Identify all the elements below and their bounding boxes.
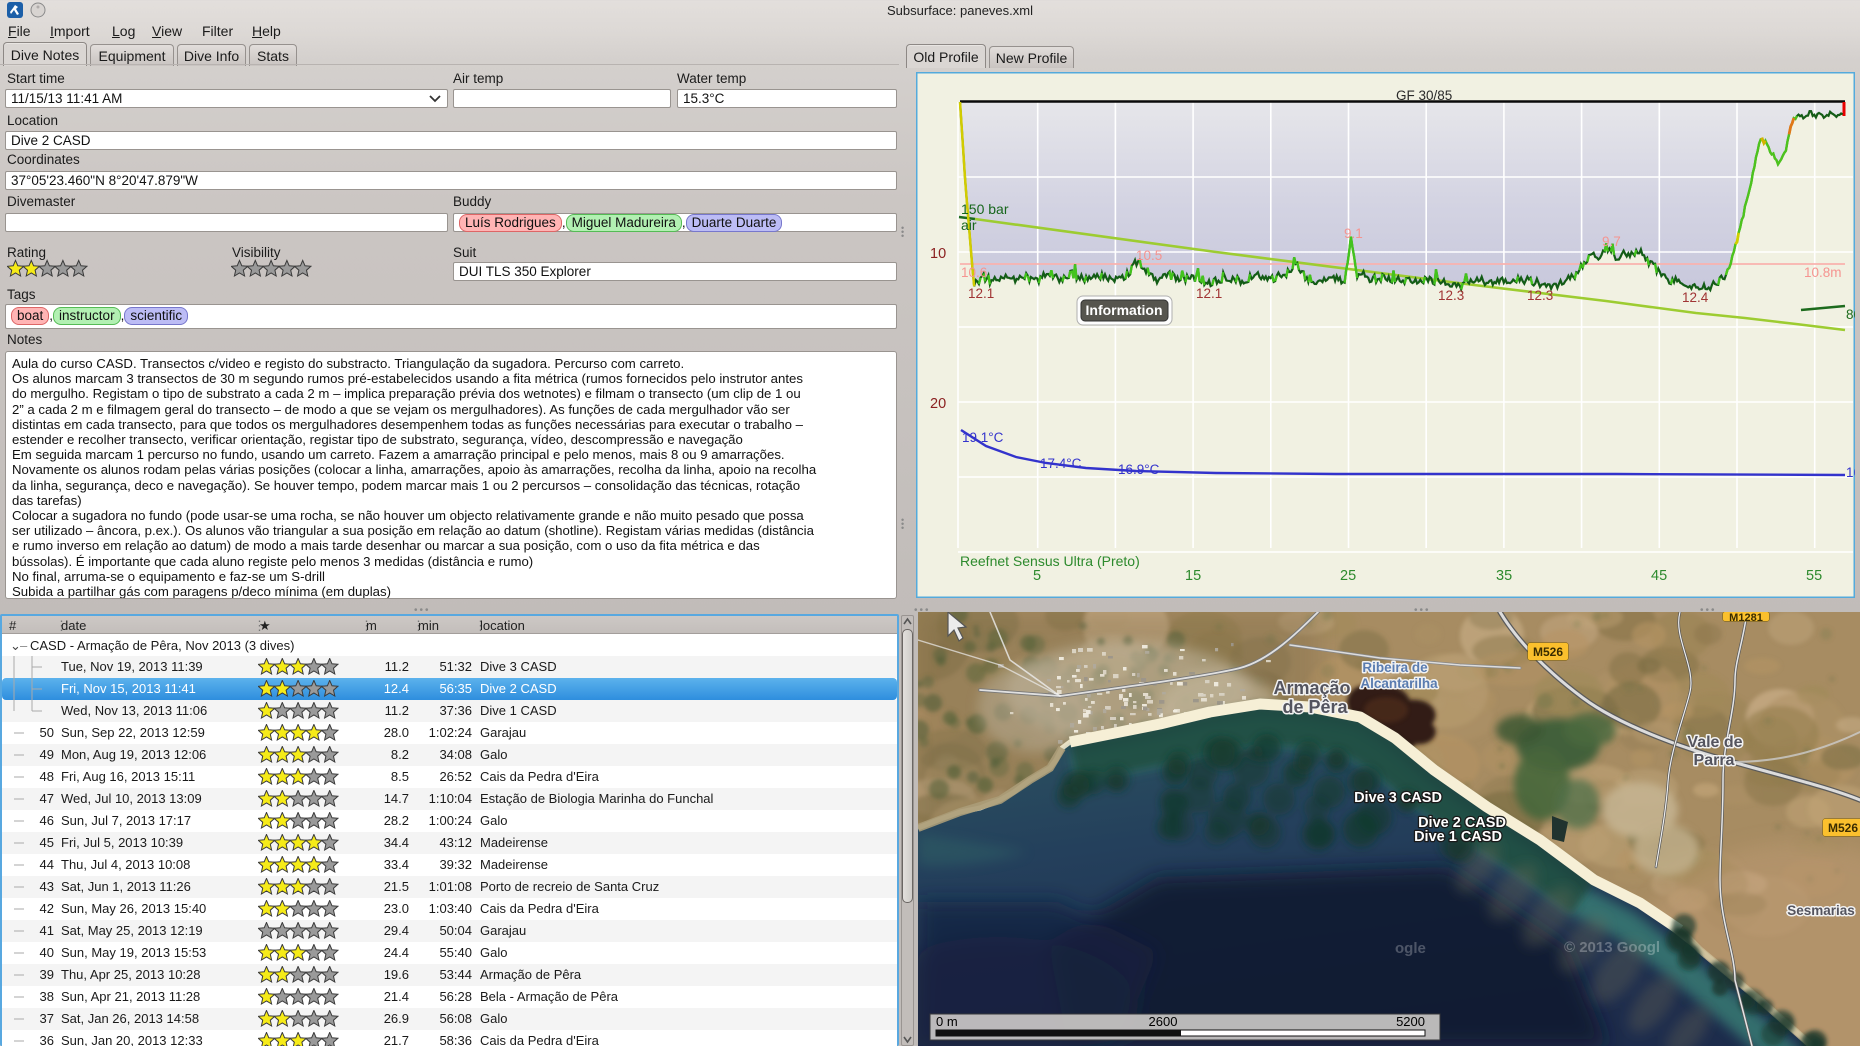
svg-text:GF 30/85: GF 30/85 — [1396, 88, 1452, 103]
svg-text:19.1°C: 19.1°C — [962, 430, 1004, 445]
svg-text:5: 5 — [1033, 568, 1041, 584]
svg-text:5200: 5200 — [1396, 1014, 1425, 1029]
svg-text:16.9°C: 16.9°C — [1118, 462, 1160, 477]
svg-text:16: 16 — [1846, 465, 1855, 480]
svg-text:Alcantarilha: Alcantarilha — [1360, 676, 1438, 691]
svg-text:9.1: 9.1 — [1344, 226, 1363, 241]
svg-text:ogle: ogle — [1395, 940, 1426, 957]
svg-text:Dive 1 CASD: Dive 1 CASD — [1414, 829, 1502, 845]
svg-text:Dive 3 CASD: Dive 3 CASD — [1354, 790, 1442, 806]
svg-text:45: 45 — [1651, 568, 1667, 584]
svg-text:35: 35 — [1496, 568, 1512, 584]
svg-text:Reefnet Sensus Ultra (Preto): Reefnet Sensus Ultra (Preto) — [960, 553, 1140, 569]
svg-text:Sesmarias: Sesmarias — [1787, 903, 1855, 918]
svg-text:Ribeira de: Ribeira de — [1362, 660, 1428, 675]
svg-text:80: 80 — [1846, 307, 1855, 322]
svg-text:10.8m: 10.8m — [1804, 265, 1842, 280]
svg-text:de Pêra: de Pêra — [1282, 697, 1348, 717]
svg-text:M526: M526 — [1828, 821, 1858, 835]
svg-text:12.4: 12.4 — [1682, 290, 1709, 305]
svg-text:12.1: 12.1 — [968, 286, 994, 301]
svg-text:M1281: M1281 — [1729, 612, 1763, 624]
svg-text:2600: 2600 — [1149, 1014, 1178, 1029]
svg-text:10.6: 10.6 — [961, 265, 987, 280]
svg-text:20: 20 — [930, 396, 946, 412]
svg-text:12.3: 12.3 — [1527, 288, 1553, 303]
svg-text:10.5: 10.5 — [1136, 248, 1162, 263]
svg-text:air: air — [961, 217, 977, 233]
svg-text:25: 25 — [1340, 568, 1356, 584]
svg-text:15: 15 — [1185, 568, 1201, 584]
svg-text:150 bar: 150 bar — [961, 201, 1009, 217]
svg-text:12.3: 12.3 — [1438, 288, 1464, 303]
svg-text:10: 10 — [930, 246, 946, 262]
svg-text:Parra: Parra — [1694, 752, 1735, 769]
svg-text:© 2013 Googl: © 2013 Googl — [1564, 939, 1660, 956]
svg-text:17.4°C: 17.4°C — [1040, 456, 1082, 471]
svg-text:0 m: 0 m — [936, 1014, 958, 1029]
svg-text:Armação: Armação — [1273, 678, 1350, 698]
svg-text:M526: M526 — [1533, 645, 1563, 659]
svg-text:Information: Information — [1086, 302, 1163, 318]
svg-text:9.7: 9.7 — [1602, 234, 1621, 249]
svg-text:55: 55 — [1806, 568, 1822, 584]
svg-text:Vale de: Vale de — [1687, 734, 1742, 751]
svg-text:12.1: 12.1 — [1196, 286, 1222, 301]
